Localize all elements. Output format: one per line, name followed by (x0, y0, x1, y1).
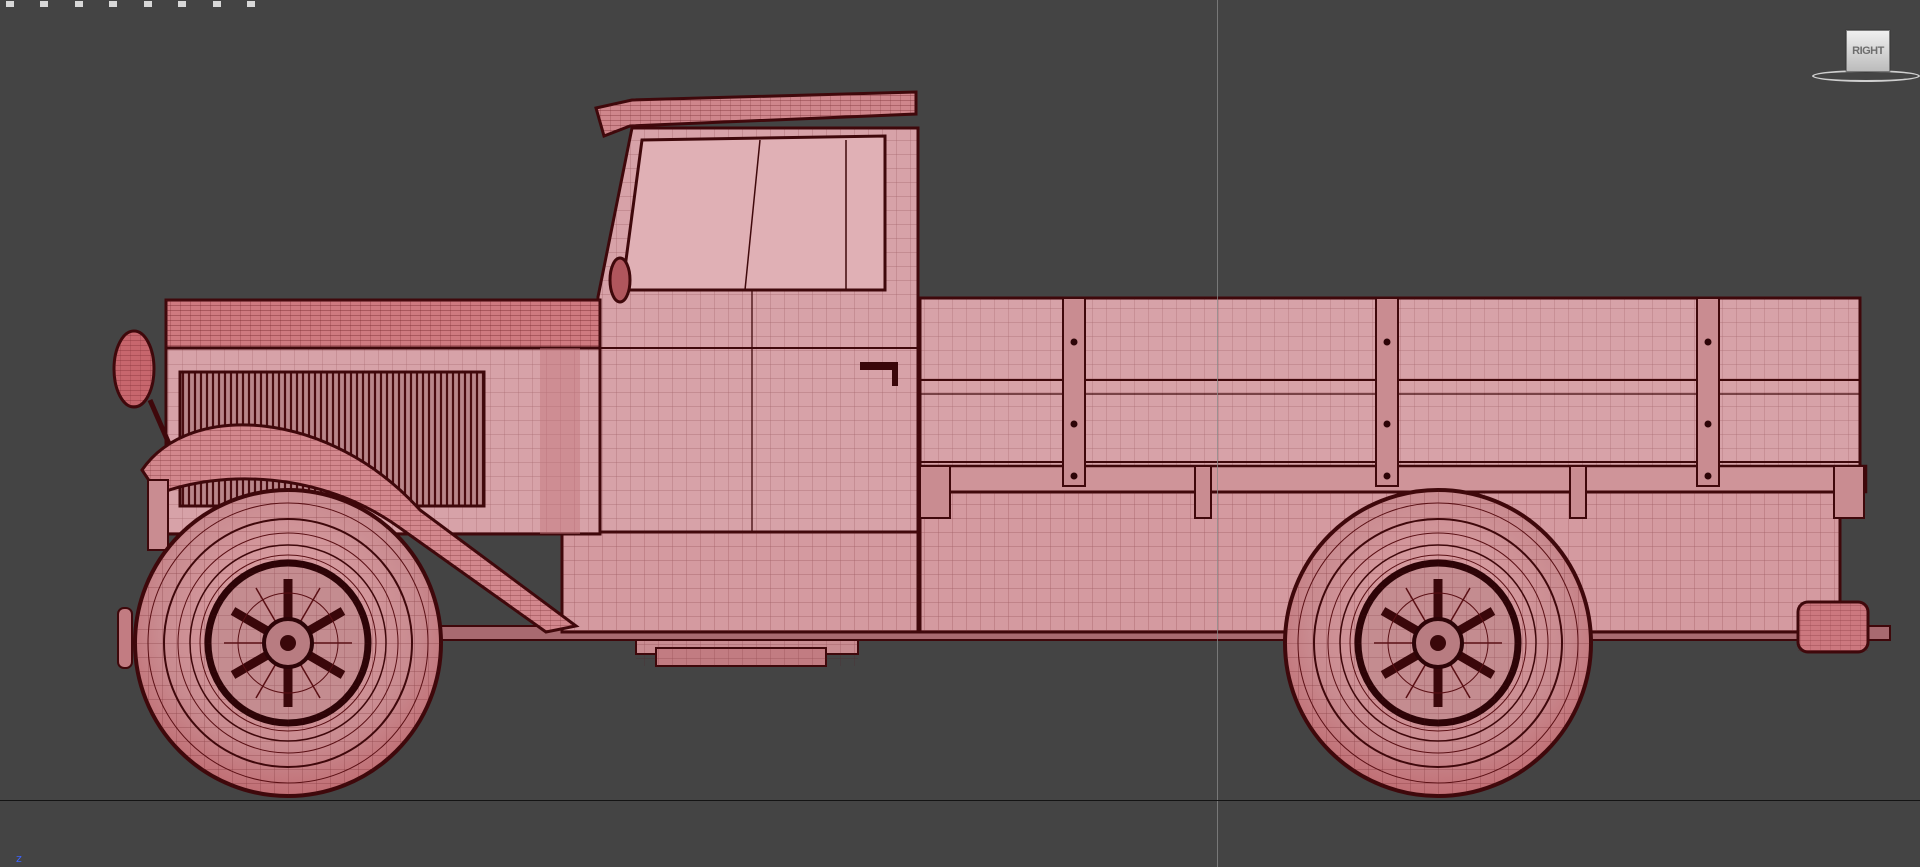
truck-model[interactable] (0, 0, 1920, 867)
front-wheel (135, 490, 441, 796)
viewport-label-strip[interactable] (6, 0, 336, 7)
hud-marker (247, 1, 256, 7)
rear-wheel (1285, 490, 1591, 796)
hud-marker (212, 1, 221, 7)
cab (560, 90, 920, 634)
hud-marker (178, 1, 187, 7)
tail-light (1796, 600, 1870, 654)
viewcube-face-right[interactable]: RIGHT (1846, 30, 1890, 72)
hud-marker (74, 1, 83, 7)
hud-marker (143, 1, 152, 7)
ground-grid-line (0, 800, 1920, 801)
headlight (112, 329, 173, 447)
viewport-right[interactable]: RIGHT z (0, 0, 1920, 867)
axis-gizmo-label: z (16, 852, 22, 865)
hud-marker (109, 1, 118, 7)
viewcube[interactable]: RIGHT (1810, 26, 1920, 86)
vertical-axis-line (1217, 0, 1218, 867)
hud-marker (6, 1, 14, 7)
hud-marker (40, 1, 49, 7)
